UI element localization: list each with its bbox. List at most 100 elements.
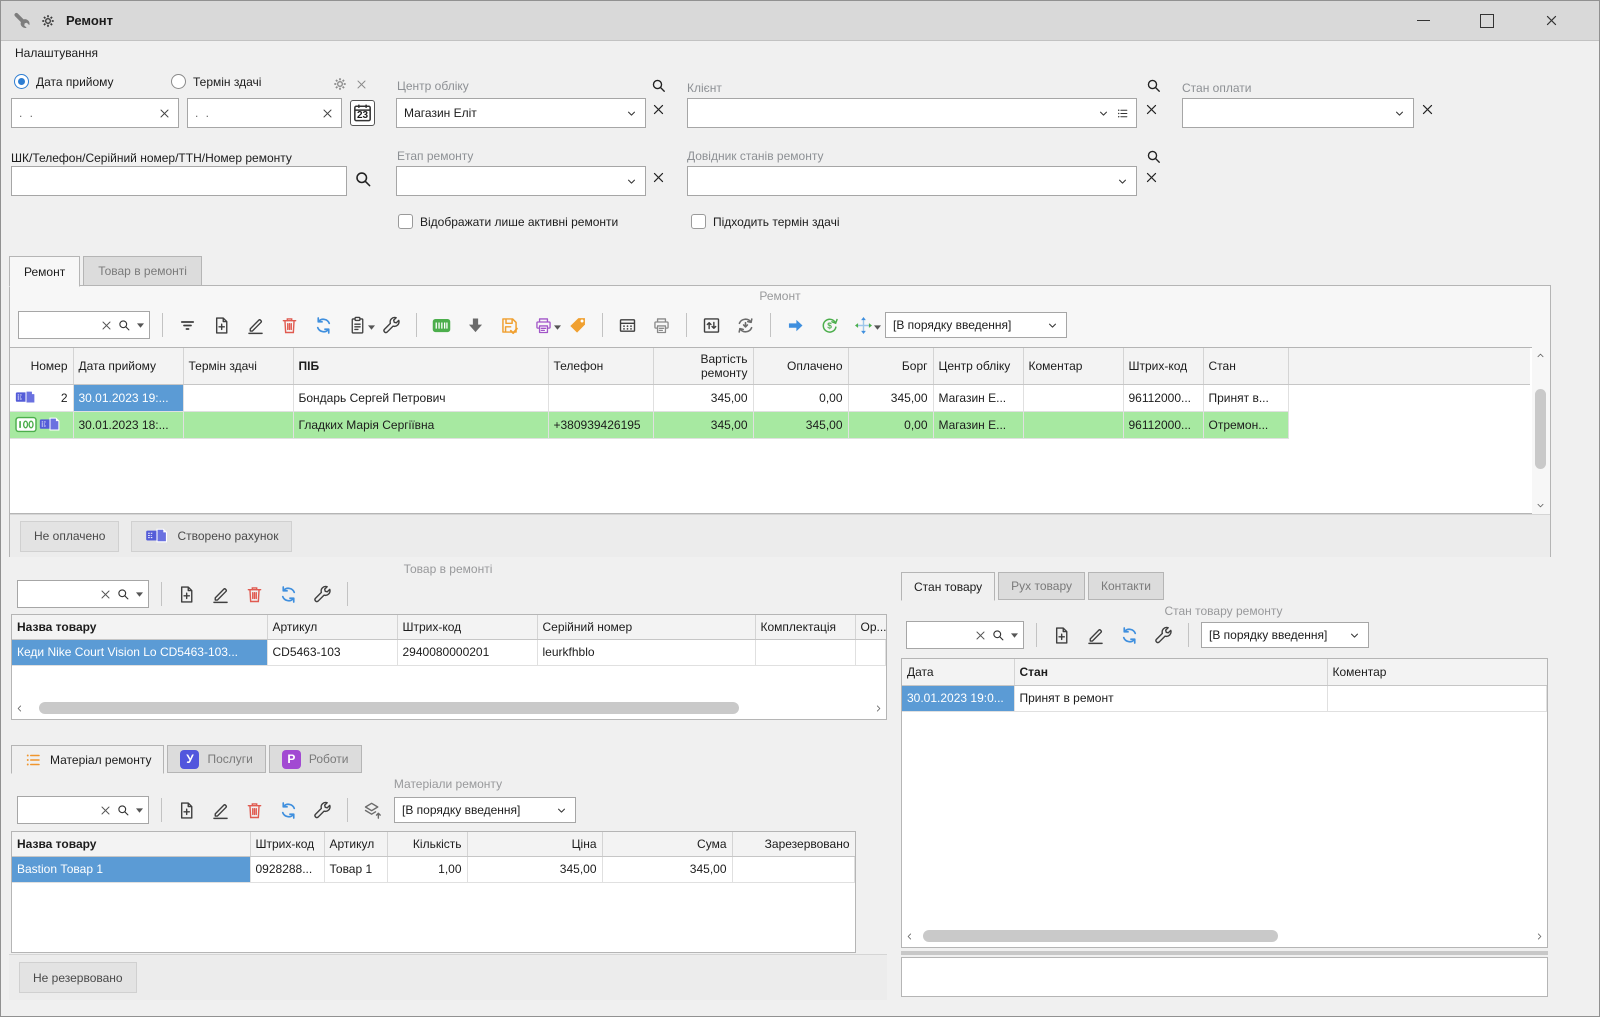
not-reserved-button[interactable]: Не резервовано [19, 962, 137, 993]
tag-button[interactable] [565, 313, 590, 338]
clear-states-dict-button[interactable] [1144, 170, 1159, 185]
repair-row[interactable]: 2 30.01.2023 19:... Бондарь Сергей Петро… [10, 384, 1530, 411]
states-search-input[interactable] [912, 627, 970, 643]
code-search-field[interactable] [19, 173, 339, 189]
payment-state-combo[interactable] [1182, 98, 1414, 128]
col-center[interactable]: Центр обліку [933, 348, 1023, 384]
delete-record-button[interactable] [277, 313, 302, 338]
col-state[interactable]: Стан [1014, 659, 1327, 685]
delete-record-button[interactable] [242, 798, 267, 823]
col-debt[interactable]: Борг [848, 348, 933, 384]
service-button[interactable] [379, 313, 404, 338]
radio-due-date[interactable]: Термін здачі [171, 74, 261, 89]
tab-contacts[interactable]: Контакти [1088, 572, 1164, 600]
col-date[interactable]: Дата прийому [73, 348, 183, 384]
tab-goods-movement[interactable]: Рух товару [998, 572, 1085, 600]
col-number[interactable]: Номер [10, 348, 73, 384]
move-menu-button[interactable] [851, 313, 876, 338]
caret-down-icon[interactable] [137, 323, 144, 328]
accounting-center-combo[interactable]: Магазин Еліт [396, 98, 646, 128]
goods-row[interactable]: Кеди Nike Court Vision Lo CD5463-103... … [12, 639, 886, 665]
clear-accounting-center-button[interactable] [651, 102, 666, 117]
delete-record-button[interactable] [242, 582, 267, 607]
states-search-box[interactable] [906, 621, 1024, 649]
tab-repair[interactable]: Ремонт [9, 256, 80, 287]
reserve-button[interactable] [360, 798, 385, 823]
col-quantity[interactable]: Кількість [387, 832, 467, 856]
scroll-thumb[interactable] [923, 930, 1278, 942]
clear-repair-stage-button[interactable] [651, 170, 666, 185]
clear-dates-button[interactable] [355, 78, 368, 91]
legend-invoice-created[interactable]: Створено рахунок [131, 521, 292, 552]
panel-splitter[interactable] [901, 951, 1548, 955]
add-record-button[interactable] [1049, 623, 1074, 648]
client-combo[interactable] [687, 98, 1137, 128]
filter-button[interactable] [175, 313, 200, 338]
search-icon[interactable] [117, 318, 132, 333]
minimize-button[interactable] [1403, 7, 1443, 35]
search-payment-state-button[interactable] [1145, 77, 1163, 95]
col-comment[interactable]: Коментар [1023, 348, 1123, 384]
col-product-name[interactable]: Назва товару [12, 615, 267, 639]
add-record-button[interactable] [174, 582, 199, 607]
sort-updown-button[interactable] [699, 313, 724, 338]
materials-search-box[interactable] [17, 796, 149, 824]
col-due[interactable]: Термін здачі [183, 348, 293, 384]
close-button[interactable] [1531, 7, 1571, 35]
repair-search-input[interactable] [24, 317, 96, 333]
refresh-button[interactable] [1117, 623, 1142, 648]
edit-record-button[interactable] [208, 582, 233, 607]
search-states-dict-button[interactable] [1145, 148, 1163, 166]
scroll-left-icon[interactable] [14, 703, 25, 714]
tab-works[interactable]: Р Роботи [269, 745, 362, 773]
refresh-button[interactable] [276, 582, 301, 607]
goods-search-input[interactable] [23, 586, 95, 602]
repair-search-box[interactable] [18, 311, 150, 339]
radio-date-received[interactable]: Дата прийому [14, 74, 114, 89]
col-serial[interactable]: Серійний номер [537, 615, 755, 639]
legend-not-paid[interactable]: Не оплачено [20, 521, 119, 552]
date-from-field[interactable]: . . [11, 98, 179, 128]
clear-date-from-button[interactable] [158, 107, 171, 120]
goods-search-box[interactable] [17, 580, 149, 608]
edit-record-button[interactable] [1083, 623, 1108, 648]
states-row[interactable]: 30.01.2023 19:0... Принят в ремонт [902, 685, 1547, 711]
table-cells-button[interactable] [615, 313, 640, 338]
download-button[interactable] [463, 313, 488, 338]
states-dict-combo[interactable] [687, 166, 1137, 196]
clear-search-icon[interactable] [99, 588, 112, 601]
maximize-button[interactable] [1467, 7, 1507, 35]
forward-button[interactable] [783, 313, 808, 338]
scroll-thumb[interactable] [39, 702, 739, 714]
edit-record-button[interactable] [208, 798, 233, 823]
service-button[interactable] [1151, 623, 1176, 648]
code-search-button[interactable] [353, 169, 374, 190]
add-record-button[interactable] [174, 798, 199, 823]
tab-goods-in-repair[interactable]: Товар в ремонті [83, 256, 202, 286]
col-date[interactable]: Дата [902, 659, 1014, 685]
materials-sort-dropdown[interactable]: [В порядку введення] [394, 797, 576, 823]
clear-search-icon[interactable] [99, 804, 112, 817]
materials-search-input[interactable] [23, 802, 95, 818]
checkbox-active-repairs[interactable]: Відображати лише активні ремонти [398, 214, 618, 229]
date-to-field[interactable]: . . [187, 98, 342, 128]
checkbox-due-soon[interactable]: Підходить термін здачі [691, 214, 840, 229]
col-phone[interactable]: Телефон [548, 348, 653, 384]
clear-search-icon[interactable] [100, 319, 113, 332]
search-icon[interactable] [116, 803, 131, 818]
col-product-name[interactable]: Назва товару [12, 832, 250, 856]
service-button[interactable] [310, 798, 335, 823]
tab-goods-state[interactable]: Стан товару [901, 572, 995, 601]
col-barcode[interactable]: Штрих-код [397, 615, 537, 639]
scroll-down-icon[interactable] [1535, 500, 1546, 511]
barcode-button[interactable] [429, 313, 454, 338]
repair-row[interactable]: 30.01.2023 18:... Гладких Марія Сергіївн… [10, 411, 1530, 438]
clear-payment-state-button[interactable] [1420, 102, 1435, 117]
col-reserved[interactable]: Зарезервовано [732, 832, 855, 856]
states-sort-dropdown[interactable]: [В порядку введення] [1201, 622, 1369, 648]
scroll-right-icon[interactable] [1534, 931, 1545, 942]
search-icon[interactable] [991, 628, 1006, 643]
clear-search-icon[interactable] [974, 629, 987, 642]
caret-down-icon[interactable] [1011, 633, 1018, 638]
save-document-button[interactable] [497, 313, 522, 338]
